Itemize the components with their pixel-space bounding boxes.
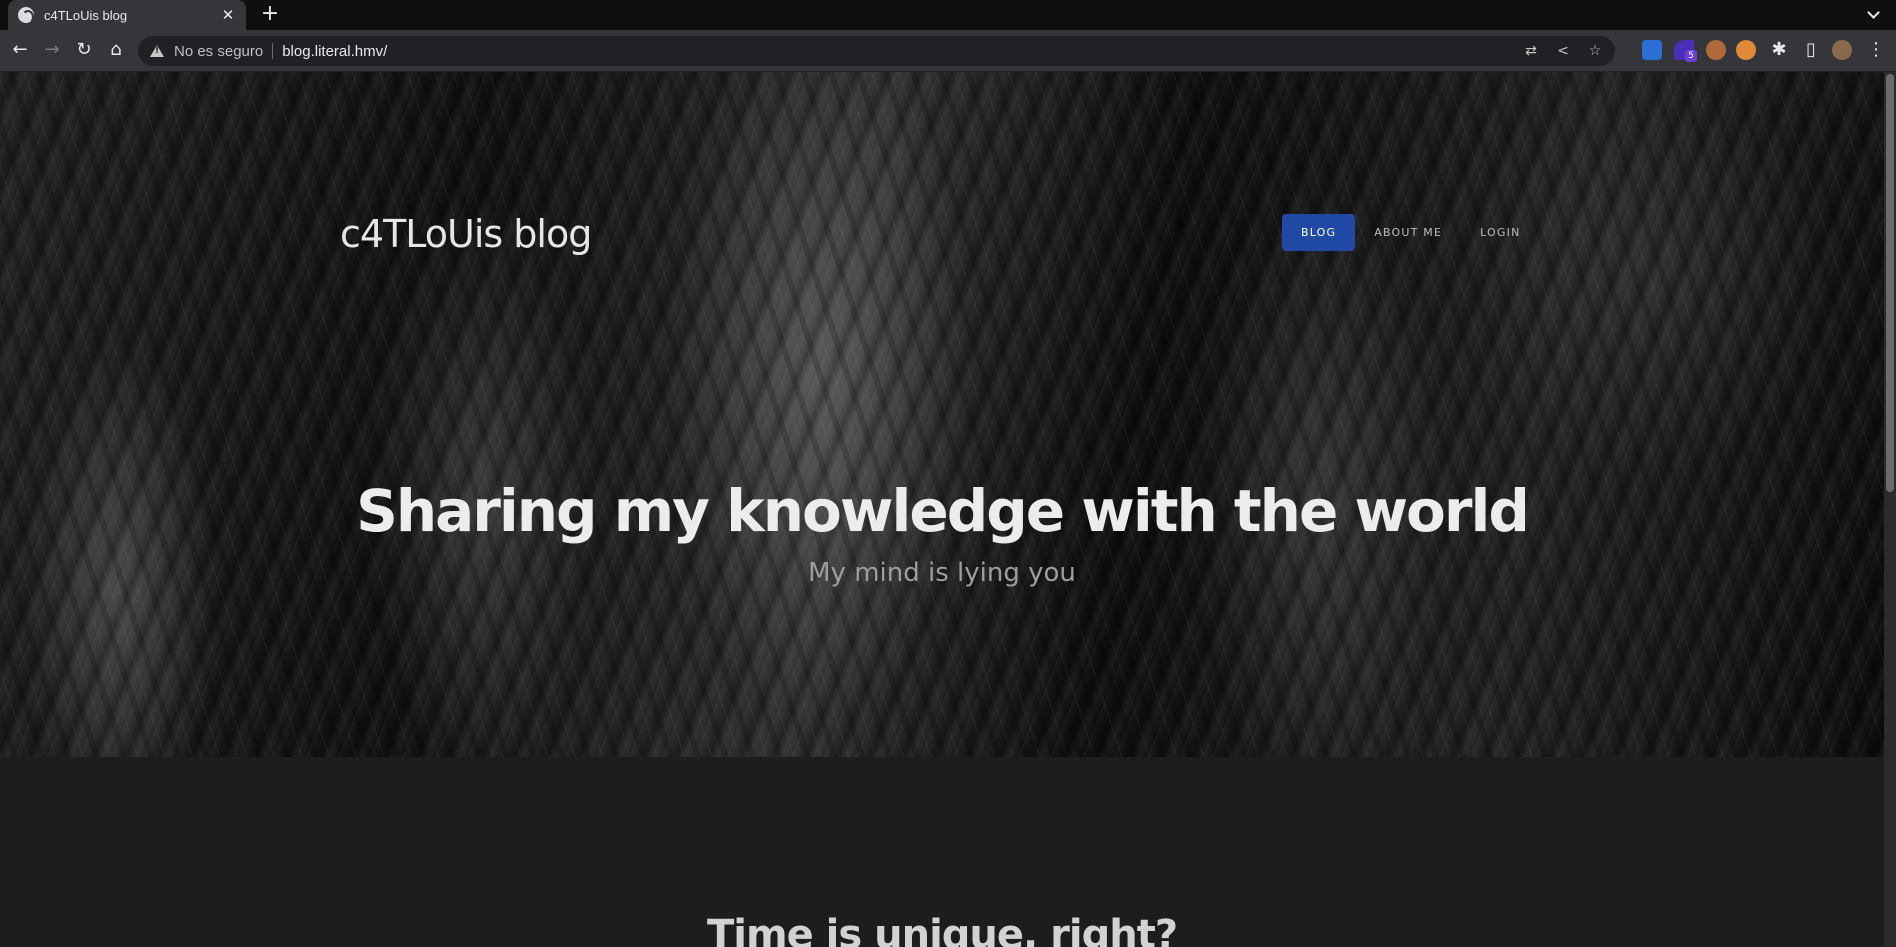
- wappalyzer-extension-icon[interactable]: 5: [1674, 40, 1697, 62]
- nav-about-me[interactable]: ABOUT ME: [1355, 214, 1461, 251]
- bookmark-star-icon[interactable]: ☆: [1585, 42, 1605, 60]
- main-navigation: BLOG ABOUT ME LOGIN: [1282, 214, 1540, 251]
- globe-icon: [18, 7, 34, 24]
- browser-toolbar: ← → ↻ ⌂ No es seguro blog.literal.hmv/ ⇄…: [0, 30, 1896, 72]
- cookie-extension-icon[interactable]: [1706, 40, 1726, 60]
- hero-heading: Sharing my knowledge with the world: [356, 477, 1530, 545]
- hero-subheading: My mind is lying you: [808, 558, 1076, 588]
- divider: [272, 43, 274, 59]
- new-tab-button[interactable]: +: [258, 3, 282, 27]
- cookie-editor-extension-icon[interactable]: [1736, 40, 1756, 60]
- site-title[interactable]: c4TLoUis blog: [340, 212, 592, 256]
- close-tab-icon[interactable]: ✕: [220, 6, 236, 24]
- back-arrow-icon[interactable]: ←: [8, 38, 32, 62]
- security-label[interactable]: No es seguro: [174, 43, 263, 60]
- address-bar[interactable]: No es seguro blog.literal.hmv/ ⇄ < ☆: [138, 36, 1615, 66]
- tab-title: c4TLoUis blog: [44, 7, 128, 23]
- home-icon[interactable]: ⌂: [104, 38, 128, 62]
- menu-kebab-icon[interactable]: ⋮: [1864, 38, 1888, 62]
- warning-icon[interactable]: [150, 45, 164, 57]
- hero-section: c4TLoUis blog BLOG ABOUT ME LOGIN Sharin…: [0, 72, 1884, 757]
- translate-extension-icon[interactable]: [1642, 40, 1662, 60]
- content-section: Time is unique, right?: [0, 757, 1884, 947]
- url-text[interactable]: blog.literal.hmv/: [282, 43, 387, 60]
- section-title: Time is unique, right?: [706, 912, 1178, 947]
- browser-tab[interactable]: c4TLoUis blog ✕: [8, 0, 246, 30]
- profile-avatar[interactable]: [1832, 40, 1852, 60]
- nav-blog[interactable]: BLOG: [1282, 214, 1356, 251]
- extension-badge: 5: [1685, 50, 1697, 62]
- forward-arrow-icon[interactable]: →: [40, 38, 64, 62]
- reload-icon[interactable]: ↻: [72, 38, 96, 62]
- page-scrollbar[interactable]: [1884, 72, 1896, 947]
- extensions-puzzle-icon[interactable]: ✱: [1767, 38, 1791, 62]
- translate-icon[interactable]: ⇄: [1521, 42, 1541, 60]
- nav-login[interactable]: LOGIN: [1461, 214, 1539, 251]
- side-panel-icon[interactable]: ▯: [1799, 38, 1823, 62]
- scrollbar-thumb[interactable]: [1886, 74, 1894, 492]
- page-viewport: c4TLoUis blog BLOG ABOUT ME LOGIN Sharin…: [0, 72, 1884, 947]
- share-icon[interactable]: <: [1553, 42, 1573, 60]
- hero-overlay: [0, 72, 1884, 757]
- tab-search-chevron-icon[interactable]: [1864, 5, 1884, 25]
- tab-strip: c4TLoUis blog ✕ +: [0, 0, 1896, 30]
